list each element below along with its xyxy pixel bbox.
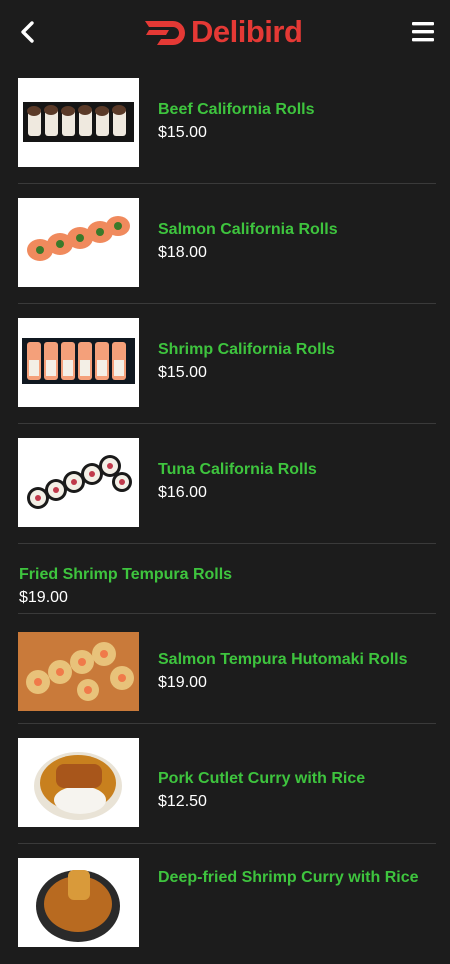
salmon-rolls-image [18,198,139,287]
item-price: $19.00 [158,674,207,691]
item-name: Pork Cutlet Curry with Rice [158,770,366,787]
list-item[interactable]: Pork Cutlet Curry with Rice $12.50 [0,724,450,844]
curry-rice-image [18,738,139,827]
list-item[interactable]: Shrimp California Rolls $15.00 [0,304,450,424]
brand-name: Delibird [191,14,303,49]
delibird-logo-icon [145,21,185,45]
item-price: $16.00 [158,484,207,501]
menu-list: Beef California Rolls $15.00 Salmon Cali… [0,64,450,964]
list-item[interactable]: Salmon California Rolls $18.00 [0,184,450,304]
item-price: $18.00 [158,244,207,261]
item-price: $19.00 [19,589,68,606]
shrimp-rolls-image [18,318,139,407]
back-button[interactable] [14,16,44,48]
item-price: $12.50 [158,793,207,810]
chevron-left-icon [21,21,34,43]
item-name: Salmon California Rolls [158,221,338,238]
app-header: Delibird [0,0,450,64]
tuna-rolls-image [18,438,139,527]
item-price: $15.00 [158,124,207,141]
list-item[interactable]: Deep-fried Shrimp Curry with Rice [0,844,450,964]
item-name: Beef California Rolls [158,101,315,118]
brand-logo: Delibird [143,14,303,50]
list-item[interactable]: Salmon Tempura Hutomaki Rolls $19.00 [0,614,450,724]
list-item[interactable]: Fried Shrimp Tempura Rolls $19.00 [0,544,450,614]
item-name: Tuna California Rolls [158,461,317,478]
item-price: $15.00 [158,364,207,381]
list-item[interactable]: Beef California Rolls $15.00 [0,64,450,184]
menu-button[interactable] [410,18,438,46]
beef-rolls-image [18,78,139,167]
item-name: Salmon Tempura Hutomaki Rolls [158,651,408,668]
hamburger-menu-icon [412,22,434,42]
item-name: Fried Shrimp Tempura Rolls [19,566,233,583]
item-name: Deep-fried Shrimp Curry with Rice [158,869,419,886]
item-name: Shrimp California Rolls [158,341,335,358]
tempura-rolls-image [18,632,139,711]
shrimp-curry-image [18,858,139,947]
list-item[interactable]: Tuna California Rolls $16.00 [0,424,450,544]
